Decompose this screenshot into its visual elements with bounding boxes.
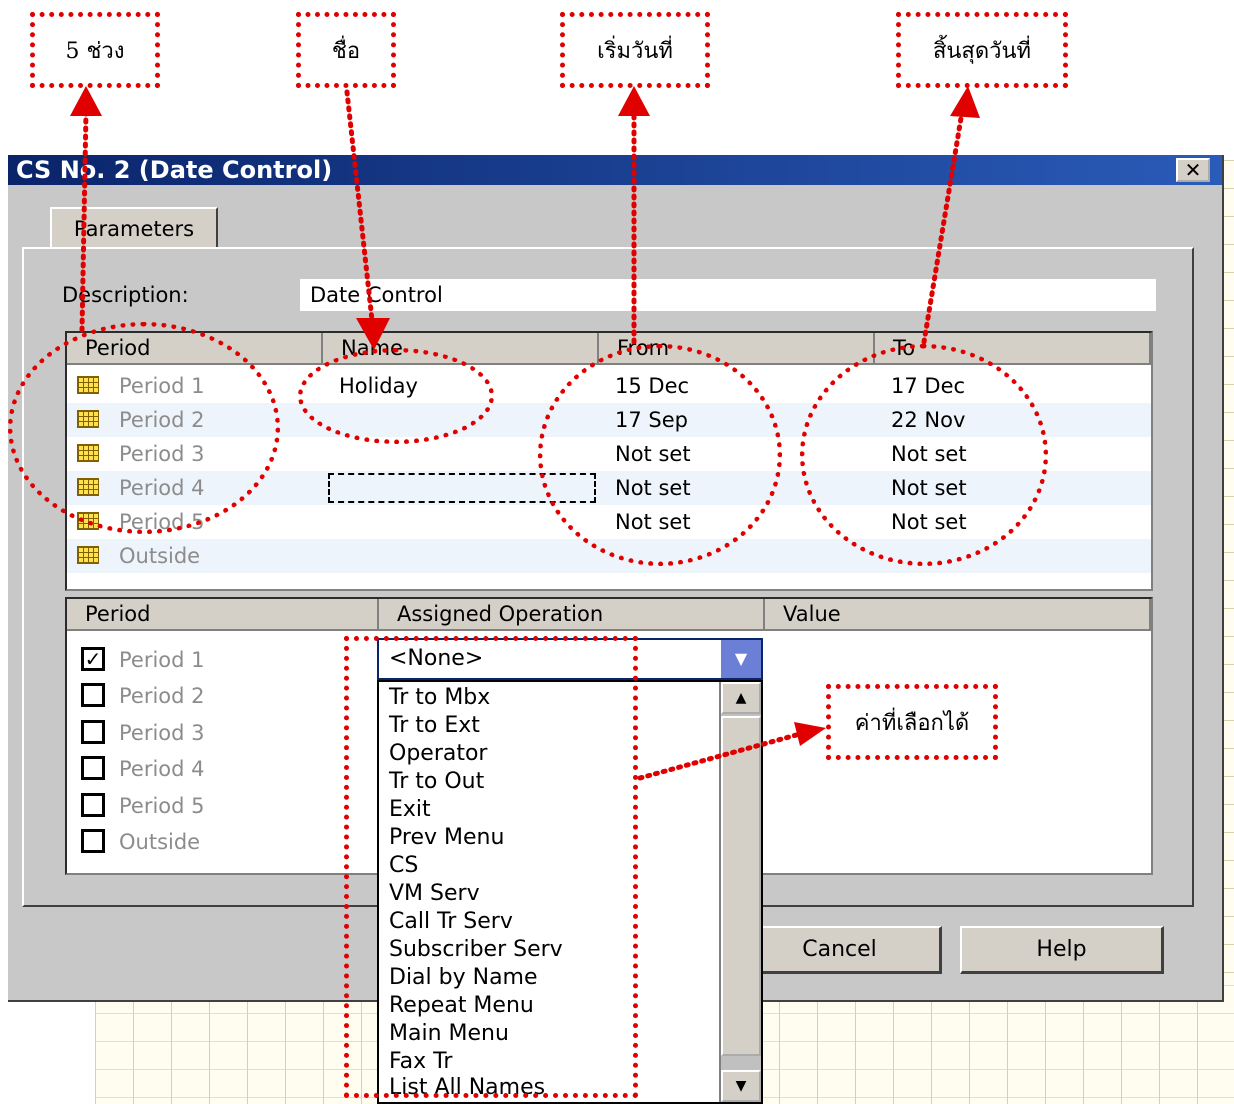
arrowhead-end-date (950, 86, 980, 118)
header-assigned-operation[interactable]: Assigned Operation (379, 599, 765, 631)
period-checkbox[interactable]: ✓ (81, 647, 105, 671)
header-value[interactable]: Value (765, 599, 1151, 631)
period-cell: Period 3 (119, 721, 205, 745)
tab-parameters[interactable]: Parameters (50, 207, 218, 249)
close-button[interactable]: ✕ (1176, 158, 1210, 182)
cancel-button[interactable]: Cancel (738, 926, 942, 974)
period-cell: Period 5 (119, 794, 205, 818)
period-cell: Outside (119, 544, 201, 568)
arrowhead-start-date (618, 86, 650, 116)
help-button[interactable]: Help (960, 926, 1164, 974)
dropdown-scrollbar[interactable]: ▲ ▼ (719, 682, 761, 1102)
highlight-ring-to (800, 344, 1048, 566)
period-checkbox[interactable] (81, 756, 105, 780)
period-cell: Period 2 (119, 684, 205, 708)
period-cell: Period 4 (119, 757, 205, 781)
highlight-ring-period (8, 322, 280, 534)
period-checkbox[interactable] (81, 829, 105, 853)
scroll-thumb[interactable] (721, 716, 761, 1056)
period-checkbox[interactable] (81, 793, 105, 817)
calendar-icon (77, 546, 99, 564)
close-icon: ✕ (1184, 158, 1202, 182)
chevron-down-icon[interactable]: ▼ (721, 640, 761, 678)
dialog-title: CS No. 2 (Date Control) (16, 156, 333, 184)
annotation-five-periods: 5 ช่วง (30, 12, 160, 88)
annotation-selectable-values: ค่าที่เลือกได้ (826, 684, 998, 760)
description-input[interactable]: Date Control (300, 279, 1156, 311)
period-cell: Period 1 (119, 648, 205, 672)
annotation-end-date: สิ้นสุดวันที่ (896, 12, 1068, 88)
arrowhead-five-periods (70, 86, 102, 116)
highlight-ring-from (538, 344, 782, 566)
scroll-down-button[interactable]: ▼ (721, 1070, 761, 1102)
annotation-start-date: เริ่มวันที่ (560, 12, 710, 88)
highlight-ring-name (298, 348, 494, 444)
period-cell: Outside (119, 830, 201, 854)
title-bar: CS No. 2 (Date Control) ✕ (8, 155, 1222, 185)
annotation-name: ชื่อ (296, 12, 396, 88)
description-label: Description: (62, 283, 189, 307)
header-period[interactable]: Period (67, 599, 379, 631)
period-checkbox[interactable] (81, 683, 105, 707)
highlight-rect-options (344, 636, 638, 1098)
period-checkbox[interactable] (81, 720, 105, 744)
scroll-up-button[interactable]: ▲ (721, 682, 761, 714)
